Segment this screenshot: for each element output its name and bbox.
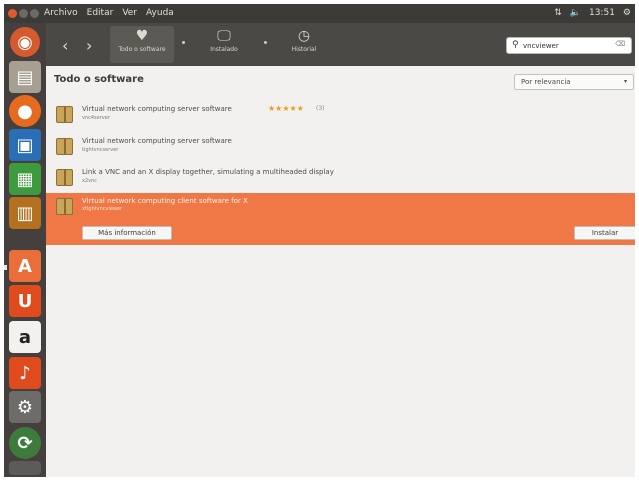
- volume-icon[interactable]: 🔈: [570, 8, 581, 18]
- sort-select[interactable]: Por relevancia ▾: [514, 74, 634, 90]
- page-title: Todo o software: [54, 74, 144, 85]
- calc-icon[interactable]: ▦: [9, 163, 41, 195]
- forward-button[interactable]: ›: [86, 36, 92, 55]
- close-window-button[interactable]: [8, 9, 17, 18]
- search-icon: ⚲: [512, 40, 519, 50]
- window: Archivo Editar Ver Ayuda ⇅ 🔈 13:51 ⚙ ◉ ▤…: [4, 4, 635, 477]
- trash-icon[interactable]: [9, 461, 41, 475]
- installed-icon: 🖵: [217, 28, 231, 44]
- files-icon[interactable]: ▤: [9, 61, 41, 93]
- tab-installed[interactable]: 🖵 Instalado: [192, 26, 256, 63]
- software-center-toolbar: ‹ › ♥ Todo o software 🖵 Instalado ◷ Hist…: [46, 23, 635, 66]
- top-menubar: Archivo Editar Ver Ayuda ⇅ 🔈 13:51 ⚙: [4, 4, 635, 23]
- history-icon: ◷: [297, 28, 311, 44]
- minimize-window-button[interactable]: [19, 9, 28, 18]
- software-center-icon[interactable]: A: [9, 250, 41, 282]
- writer-icon[interactable]: ▣: [9, 129, 41, 161]
- list-item[interactable]: Link a VNC and an X display together, si…: [46, 164, 635, 194]
- maximize-window-button[interactable]: [30, 9, 39, 18]
- back-button[interactable]: ‹: [62, 36, 68, 55]
- firefox-icon[interactable]: ●: [9, 95, 41, 127]
- menu-archivo[interactable]: Archivo: [44, 8, 78, 18]
- menu-ver[interactable]: Ver: [122, 8, 137, 18]
- list-item[interactable]: Virtual network computing server softwar…: [46, 101, 635, 131]
- rating-stars: ★★★★★: [268, 104, 304, 113]
- package-icon: [56, 138, 73, 155]
- ubuntu-one-music-icon[interactable]: ♪: [9, 357, 41, 389]
- rating-count: (3): [316, 105, 325, 112]
- tab-history[interactable]: ◷ Historial: [272, 26, 336, 63]
- all-software-icon: ♥: [135, 28, 149, 44]
- amazon-icon[interactable]: a: [9, 321, 41, 353]
- tab-all-software[interactable]: ♥ Todo o software: [110, 26, 174, 63]
- indicator-area: ⇅ 🔈 13:51 ⚙: [554, 8, 631, 18]
- package-icon: [56, 198, 73, 215]
- package-icon: [56, 106, 73, 123]
- menu-editar[interactable]: Editar: [87, 8, 114, 18]
- clear-search-icon[interactable]: ⌫: [615, 40, 625, 48]
- search-input[interactable]: [523, 40, 609, 51]
- app-menu: Archivo Editar Ver Ayuda: [44, 8, 174, 18]
- list-item[interactable]: Virtual network computing server softwar…: [46, 133, 635, 163]
- ubuntu-one-icon[interactable]: U: [9, 285, 41, 317]
- menu-ayuda[interactable]: Ayuda: [146, 8, 174, 18]
- install-button[interactable]: Instalar: [574, 226, 635, 240]
- impress-icon[interactable]: ▥: [9, 197, 41, 229]
- dash-icon[interactable]: ◉: [10, 27, 40, 57]
- results-pane: Todo o software Por relevancia ▾ Virtual…: [46, 66, 635, 477]
- power-icon[interactable]: ⚙: [623, 8, 631, 18]
- search-box: ⚲ ⌫: [506, 37, 632, 54]
- system-settings-icon[interactable]: ⚙: [9, 391, 41, 423]
- network-icon[interactable]: ⇅: [554, 8, 562, 18]
- more-info-button[interactable]: Más información: [82, 226, 172, 240]
- update-icon[interactable]: ⟳: [9, 427, 41, 459]
- launcher: ◉ ▤ ● ▣ ▦ ▥ A U a ♪ ⚙ ⟳: [4, 23, 46, 477]
- clock[interactable]: 13:51: [589, 8, 615, 18]
- list-item-selected[interactable]: Virtual network computing client softwar…: [46, 193, 635, 245]
- package-icon: [56, 169, 73, 186]
- chevron-down-icon: ▾: [623, 78, 627, 85]
